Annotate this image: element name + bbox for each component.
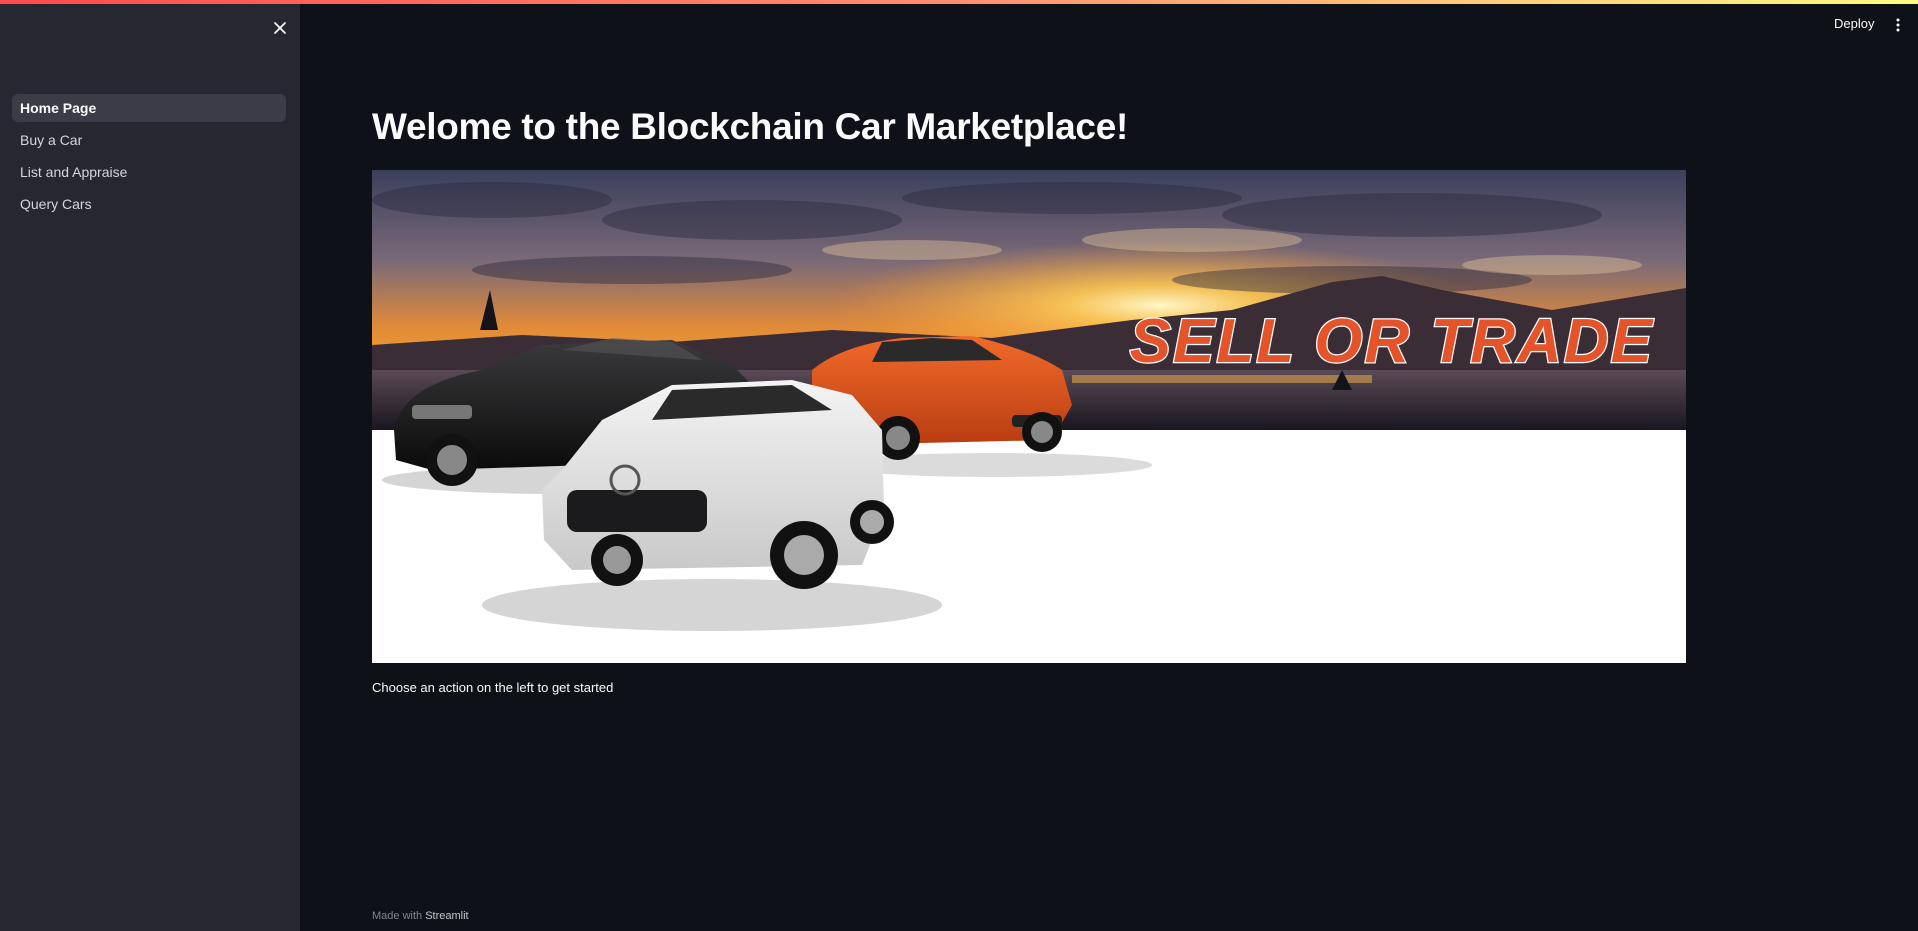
- streamlit-link[interactable]: Streamlit: [425, 910, 468, 922]
- sidebar-item-label: List and Appraise: [20, 164, 128, 180]
- footer: Made with Streamlit: [372, 910, 469, 922]
- main-menu-button[interactable]: [1890, 14, 1906, 36]
- sidebar-item-label: Buy a Car: [20, 132, 83, 148]
- footer-made-with: Made with: [372, 910, 423, 922]
- instruction-text: Choose an action on the left to get star…: [372, 680, 614, 695]
- page-title: Welome to the Blockchain Car Marketplace…: [372, 106, 1129, 147]
- sidebar-item-query-cars[interactable]: Query Cars: [12, 190, 286, 218]
- close-icon: [274, 22, 286, 34]
- sidebar-item-label: Home Page: [20, 100, 97, 116]
- close-sidebar-button[interactable]: [268, 16, 292, 40]
- sidebar: Home Page Buy a Car List and Appraise Qu…: [0, 0, 300, 931]
- more-vertical-icon: [1896, 18, 1900, 32]
- sidebar-item-buy-a-car[interactable]: Buy a Car: [12, 126, 286, 154]
- top-decoration-bar: [0, 0, 1918, 4]
- sidebar-item-label: Query Cars: [20, 196, 92, 212]
- sidebar-item-list-and-appraise[interactable]: List and Appraise: [12, 158, 286, 186]
- hero-image: SELL OR TRADE: [372, 170, 1686, 663]
- sidebar-item-home-page[interactable]: Home Page: [12, 94, 286, 122]
- banner-text: SELL OR TRADE: [1130, 307, 1654, 376]
- sidebar-nav: Home Page Buy a Car List and Appraise Qu…: [12, 94, 286, 222]
- deploy-button[interactable]: Deploy: [1830, 14, 1878, 33]
